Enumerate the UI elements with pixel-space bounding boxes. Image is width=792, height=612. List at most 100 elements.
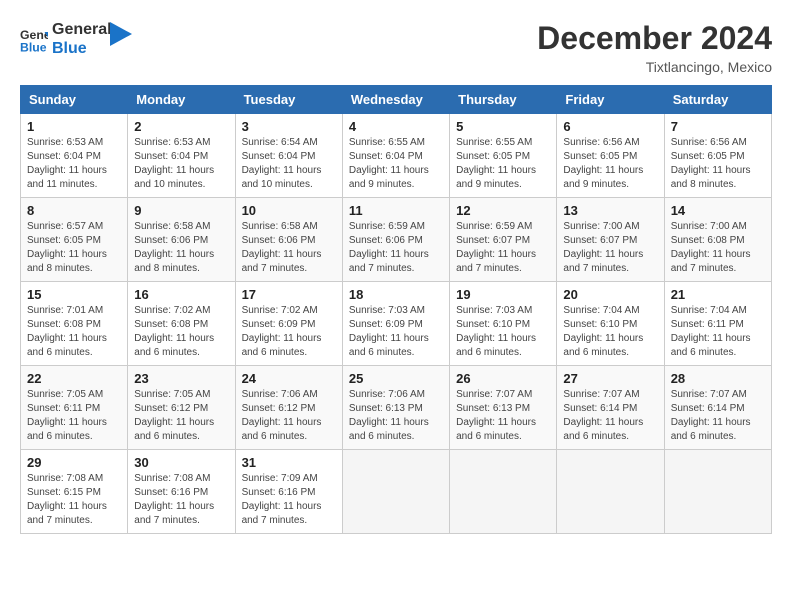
day-info: Sunrise: 6:56 AM Sunset: 6:05 PM Dayligh…: [671, 136, 765, 192]
calendar-cell: 29Sunrise: 7:08 AM Sunset: 6:15 PM Dayli…: [21, 450, 128, 534]
col-wednesday: Wednesday: [342, 86, 449, 114]
logo-icon: General Blue: [20, 25, 48, 53]
day-info: Sunrise: 7:01 AM Sunset: 6:08 PM Dayligh…: [27, 304, 121, 360]
arrow-icon: [110, 22, 132, 48]
calendar-header-row: Sunday Monday Tuesday Wednesday Thursday…: [21, 86, 772, 114]
day-number: 30: [134, 455, 228, 470]
calendar-cell: 6Sunrise: 6:56 AM Sunset: 6:05 PM Daylig…: [557, 114, 664, 198]
day-info: Sunrise: 7:05 AM Sunset: 6:12 PM Dayligh…: [134, 388, 228, 444]
day-number: 26: [456, 371, 550, 386]
day-info: Sunrise: 7:07 AM Sunset: 6:14 PM Dayligh…: [671, 388, 765, 444]
calendar-week-row: 1 Sunrise: 6:53 AM Sunset: 6:04 PM Daylig…: [21, 114, 772, 198]
calendar-cell: 14Sunrise: 7:00 AM Sunset: 6:08 PM Dayli…: [664, 198, 771, 282]
col-tuesday: Tuesday: [235, 86, 342, 114]
day-info: Sunrise: 7:02 AM Sunset: 6:09 PM Dayligh…: [242, 304, 336, 360]
day-info: Sunrise: 6:59 AM Sunset: 6:07 PM Dayligh…: [456, 220, 550, 276]
day-number: 20: [563, 287, 657, 302]
day-info: Sunrise: 7:06 AM Sunset: 6:13 PM Dayligh…: [349, 388, 443, 444]
calendar-cell: 10 Sunrise: 6:58 AM Sunset: 6:06 PM Dayli…: [235, 198, 342, 282]
day-number: 21: [671, 287, 765, 302]
day-number: 7: [671, 119, 765, 134]
calendar-cell: 1 Sunrise: 6:53 AM Sunset: 6:04 PM Daylig…: [21, 114, 128, 198]
col-thursday: Thursday: [450, 86, 557, 114]
calendar-cell: 27 Sunrise: 7:07 AM Sunset: 6:14 PM Dayli…: [557, 366, 664, 450]
calendar-cell: [664, 450, 771, 534]
day-number: 27: [563, 371, 657, 386]
day-info: Sunrise: 7:04 AM Sunset: 6:11 PM Dayligh…: [671, 304, 765, 360]
calendar-week-row: 15 Sunrise: 7:01 AM Sunset: 6:08 PM Dayli…: [21, 282, 772, 366]
page-header: General Blue General Blue December 2024 …: [20, 20, 772, 75]
day-number: 6: [563, 119, 657, 134]
calendar-cell: 5 Sunrise: 6:55 AM Sunset: 6:05 PM Daylig…: [450, 114, 557, 198]
logo-line2: Blue: [52, 39, 112, 58]
day-number: 4: [349, 119, 443, 134]
calendar-cell: 3 Sunrise: 6:54 AM Sunset: 6:04 PM Daylig…: [235, 114, 342, 198]
col-friday: Friday: [557, 86, 664, 114]
day-info: Sunrise: 7:02 AM Sunset: 6:08 PM Dayligh…: [134, 304, 228, 360]
day-number: 23: [134, 371, 228, 386]
day-info: Sunrise: 6:58 AM Sunset: 6:06 PM Dayligh…: [242, 220, 336, 276]
calendar-cell: 28Sunrise: 7:07 AM Sunset: 6:14 PM Dayli…: [664, 366, 771, 450]
day-number: 22: [27, 371, 121, 386]
calendar-cell: [342, 450, 449, 534]
calendar-week-row: 29Sunrise: 7:08 AM Sunset: 6:15 PM Dayli…: [21, 450, 772, 534]
svg-text:Blue: Blue: [20, 40, 47, 53]
day-info: Sunrise: 6:59 AM Sunset: 6:06 PM Dayligh…: [349, 220, 443, 276]
calendar-cell: 30 Sunrise: 7:08 AM Sunset: 6:16 PM Dayli…: [128, 450, 235, 534]
day-number: 9: [134, 203, 228, 218]
day-number: 1: [27, 119, 121, 134]
calendar-cell: 9Sunrise: 6:58 AM Sunset: 6:06 PM Daylig…: [128, 198, 235, 282]
day-info: Sunrise: 7:06 AM Sunset: 6:12 PM Dayligh…: [242, 388, 336, 444]
calendar-cell: 7 Sunrise: 6:56 AM Sunset: 6:05 PM Daylig…: [664, 114, 771, 198]
calendar-cell: 2Sunrise: 6:53 AM Sunset: 6:04 PM Daylig…: [128, 114, 235, 198]
day-info: Sunrise: 7:05 AM Sunset: 6:11 PM Dayligh…: [27, 388, 121, 444]
calendar-cell: 12 Sunrise: 6:59 AM Sunset: 6:07 PM Dayli…: [450, 198, 557, 282]
day-info: Sunrise: 7:07 AM Sunset: 6:14 PM Dayligh…: [563, 388, 657, 444]
calendar-cell: 20Sunrise: 7:04 AM Sunset: 6:10 PM Dayli…: [557, 282, 664, 366]
logo: General Blue General Blue: [20, 20, 132, 58]
day-number: 18: [349, 287, 443, 302]
day-number: 15: [27, 287, 121, 302]
col-sunday: Sunday: [21, 86, 128, 114]
day-number: 17: [242, 287, 336, 302]
calendar-cell: 18 Sunrise: 7:03 AM Sunset: 6:09 PM Dayli…: [342, 282, 449, 366]
day-number: 13: [563, 203, 657, 218]
day-info: Sunrise: 7:00 AM Sunset: 6:07 PM Dayligh…: [563, 220, 657, 276]
calendar-cell: 13 Sunrise: 7:00 AM Sunset: 6:07 PM Dayli…: [557, 198, 664, 282]
location-title: Tixtlancingo, Mexico: [537, 59, 772, 75]
calendar-cell: [557, 450, 664, 534]
day-number: 31: [242, 455, 336, 470]
day-info: Sunrise: 7:08 AM Sunset: 6:15 PM Dayligh…: [27, 472, 121, 528]
calendar-cell: 23 Sunrise: 7:05 AM Sunset: 6:12 PM Dayli…: [128, 366, 235, 450]
calendar-cell: 16 Sunrise: 7:02 AM Sunset: 6:08 PM Dayli…: [128, 282, 235, 366]
day-number: 10: [242, 203, 336, 218]
day-info: Sunrise: 6:54 AM Sunset: 6:04 PM Dayligh…: [242, 136, 336, 192]
day-number: 25: [349, 371, 443, 386]
calendar-cell: 17 Sunrise: 7:02 AM Sunset: 6:09 PM Dayli…: [235, 282, 342, 366]
day-info: Sunrise: 6:57 AM Sunset: 6:05 PM Dayligh…: [27, 220, 121, 276]
logo-line1: General: [52, 20, 112, 39]
calendar-cell: 25 Sunrise: 7:06 AM Sunset: 6:13 PM Dayli…: [342, 366, 449, 450]
calendar-cell: 4Sunrise: 6:55 AM Sunset: 6:04 PM Daylig…: [342, 114, 449, 198]
day-info: Sunrise: 7:08 AM Sunset: 6:16 PM Dayligh…: [134, 472, 228, 528]
day-info: Sunrise: 6:55 AM Sunset: 6:05 PM Dayligh…: [456, 136, 550, 192]
day-number: 16: [134, 287, 228, 302]
col-monday: Monday: [128, 86, 235, 114]
calendar-cell: 8 Sunrise: 6:57 AM Sunset: 6:05 PM Daylig…: [21, 198, 128, 282]
calendar-cell: 26 Sunrise: 7:07 AM Sunset: 6:13 PM Dayli…: [450, 366, 557, 450]
col-saturday: Saturday: [664, 86, 771, 114]
calendar-week-row: 8 Sunrise: 6:57 AM Sunset: 6:05 PM Daylig…: [21, 198, 772, 282]
calendar-cell: 15 Sunrise: 7:01 AM Sunset: 6:08 PM Dayli…: [21, 282, 128, 366]
calendar-cell: 19Sunrise: 7:03 AM Sunset: 6:10 PM Dayli…: [450, 282, 557, 366]
day-number: 24: [242, 371, 336, 386]
month-title: December 2024: [537, 20, 772, 57]
day-number: 12: [456, 203, 550, 218]
calendar-cell: [450, 450, 557, 534]
day-number: 3: [242, 119, 336, 134]
calendar-table: Sunday Monday Tuesday Wednesday Thursday…: [20, 85, 772, 534]
day-info: Sunrise: 6:53 AM Sunset: 6:04 PM Dayligh…: [27, 136, 121, 192]
day-number: 8: [27, 203, 121, 218]
day-number: 5: [456, 119, 550, 134]
day-info: Sunrise: 7:07 AM Sunset: 6:13 PM Dayligh…: [456, 388, 550, 444]
day-info: Sunrise: 7:03 AM Sunset: 6:09 PM Dayligh…: [349, 304, 443, 360]
